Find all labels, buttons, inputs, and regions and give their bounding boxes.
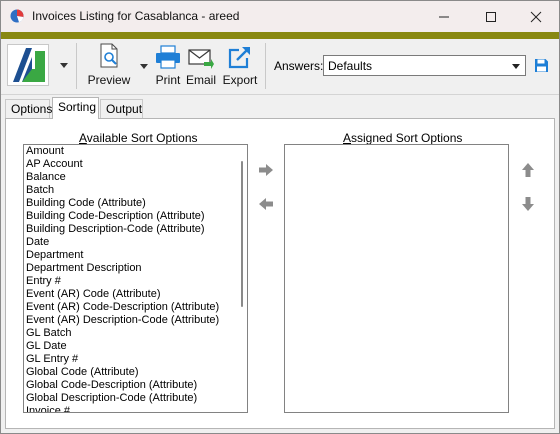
- maximize-icon: [486, 11, 496, 22]
- list-item[interactable]: Department Description: [24, 262, 247, 275]
- arrow-right-icon: [259, 164, 273, 176]
- remove-sort-option-button[interactable]: [255, 193, 277, 215]
- list-item[interactable]: GL Entry #: [24, 353, 247, 366]
- email-icon: [188, 49, 214, 69]
- accent-band: [1, 32, 559, 39]
- assigned-sort-options-list[interactable]: [284, 144, 509, 413]
- toolbar: Preview Print Email Export Answers: Defa…: [1, 39, 559, 95]
- move-up-button[interactable]: [517, 159, 539, 181]
- toolbar-separator: [76, 43, 77, 89]
- available-sort-options-label: Available Sort Options: [79, 131, 198, 145]
- list-item[interactable]: Global Description-Code (Attribute): [24, 392, 247, 405]
- scrollbar-thumb[interactable]: [241, 161, 243, 307]
- list-item[interactable]: GL Batch: [24, 327, 247, 340]
- printer-icon: [156, 45, 180, 69]
- sorting-panel: Available Sort Options Assigned Sort Opt…: [5, 118, 555, 429]
- tab-label: Options: [11, 102, 53, 116]
- label-text: vailable Sort Options: [86, 131, 198, 145]
- tab-sorting[interactable]: Sorting: [52, 97, 99, 119]
- list-item[interactable]: Amount: [24, 145, 247, 158]
- answers-label: Answers:: [274, 59, 324, 73]
- email-button[interactable]: Email: [186, 43, 216, 87]
- assigned-sort-options-label: Assigned Sort Options: [343, 131, 462, 145]
- tab-output[interactable]: Output: [100, 99, 143, 118]
- preview-button[interactable]: Preview: [87, 43, 131, 87]
- list-items: Amount AP Account Balance Batch Building Cod…: [24, 145, 247, 412]
- tab-label: Sorting: [58, 100, 97, 114]
- label-text: ssigned Sort Options: [351, 131, 463, 145]
- accelerator-letter: A: [79, 131, 87, 145]
- preview-icon: [100, 43, 118, 68]
- export-icon: [228, 47, 250, 69]
- list-item[interactable]: Invoice #: [24, 405, 247, 412]
- tab-label: Output: [106, 102, 143, 116]
- list-item[interactable]: Batch: [24, 184, 247, 197]
- arrow-up-icon: [522, 163, 534, 177]
- list-item[interactable]: Event (AR) Code (Attribute): [24, 288, 247, 301]
- logo-icon: [13, 48, 45, 82]
- list-item[interactable]: Balance: [24, 171, 247, 184]
- company-logo-button[interactable]: [7, 44, 49, 86]
- logo-dropdown-icon[interactable]: [59, 60, 69, 70]
- window-title: Invoices Listing for Casablanca - areed: [32, 9, 240, 23]
- title-bar: Invoices Listing for Casablanca - areed: [1, 1, 559, 32]
- minimize-button[interactable]: [421, 1, 467, 32]
- list-item[interactable]: GL Date: [24, 340, 247, 353]
- arrow-left-icon: [259, 198, 273, 210]
- export-label: Export: [222, 73, 258, 87]
- list-item[interactable]: Date: [24, 236, 247, 249]
- add-sort-option-button[interactable]: [255, 159, 277, 181]
- list-item[interactable]: AP Account: [24, 158, 247, 171]
- list-item[interactable]: Entry #: [24, 275, 247, 288]
- list-item[interactable]: Building Description-Code (Attribute): [24, 223, 247, 236]
- accelerator-letter: A: [343, 131, 352, 145]
- export-button[interactable]: Export: [221, 43, 259, 87]
- email-label: Email: [186, 73, 217, 87]
- answers-dropdown[interactable]: Defaults: [323, 55, 526, 76]
- print-button[interactable]: Print: [153, 43, 183, 87]
- preview-dropdown-icon[interactable]: [139, 61, 149, 71]
- arrow-down-icon: [522, 197, 534, 211]
- answers-value: Defaults: [328, 58, 373, 73]
- tab-options[interactable]: Options: [5, 99, 53, 118]
- list-item[interactable]: Global Code (Attribute): [24, 366, 247, 379]
- list-item[interactable]: Department: [24, 249, 247, 262]
- move-down-button[interactable]: [517, 193, 539, 215]
- app-window: Invoices Listing for Casablanca - areed: [0, 0, 560, 434]
- chevron-down-icon: [512, 63, 520, 69]
- available-sort-options-list[interactable]: Amount AP Account Balance Batch Building Cod…: [23, 144, 248, 413]
- preview-label: Preview: [87, 73, 131, 87]
- close-icon: [530, 11, 542, 22]
- vertical-scrollbar[interactable]: [237, 145, 247, 412]
- minimize-icon: [439, 16, 449, 17]
- close-button[interactable]: [513, 1, 559, 32]
- list-item[interactable]: Global Code-Description (Attribute): [24, 379, 247, 392]
- toolbar-separator: [265, 43, 266, 89]
- save-icon[interactable]: [534, 58, 549, 73]
- print-label: Print: [155, 73, 181, 87]
- list-item[interactable]: Building Code-Description (Attribute): [24, 210, 247, 223]
- maximize-button[interactable]: [468, 1, 514, 32]
- app-pie-icon: [10, 9, 24, 23]
- list-item[interactable]: Event (AR) Code-Description (Attribute): [24, 301, 247, 314]
- list-item[interactable]: Event (AR) Description-Code (Attribute): [24, 314, 247, 327]
- list-item[interactable]: Building Code (Attribute): [24, 197, 247, 210]
